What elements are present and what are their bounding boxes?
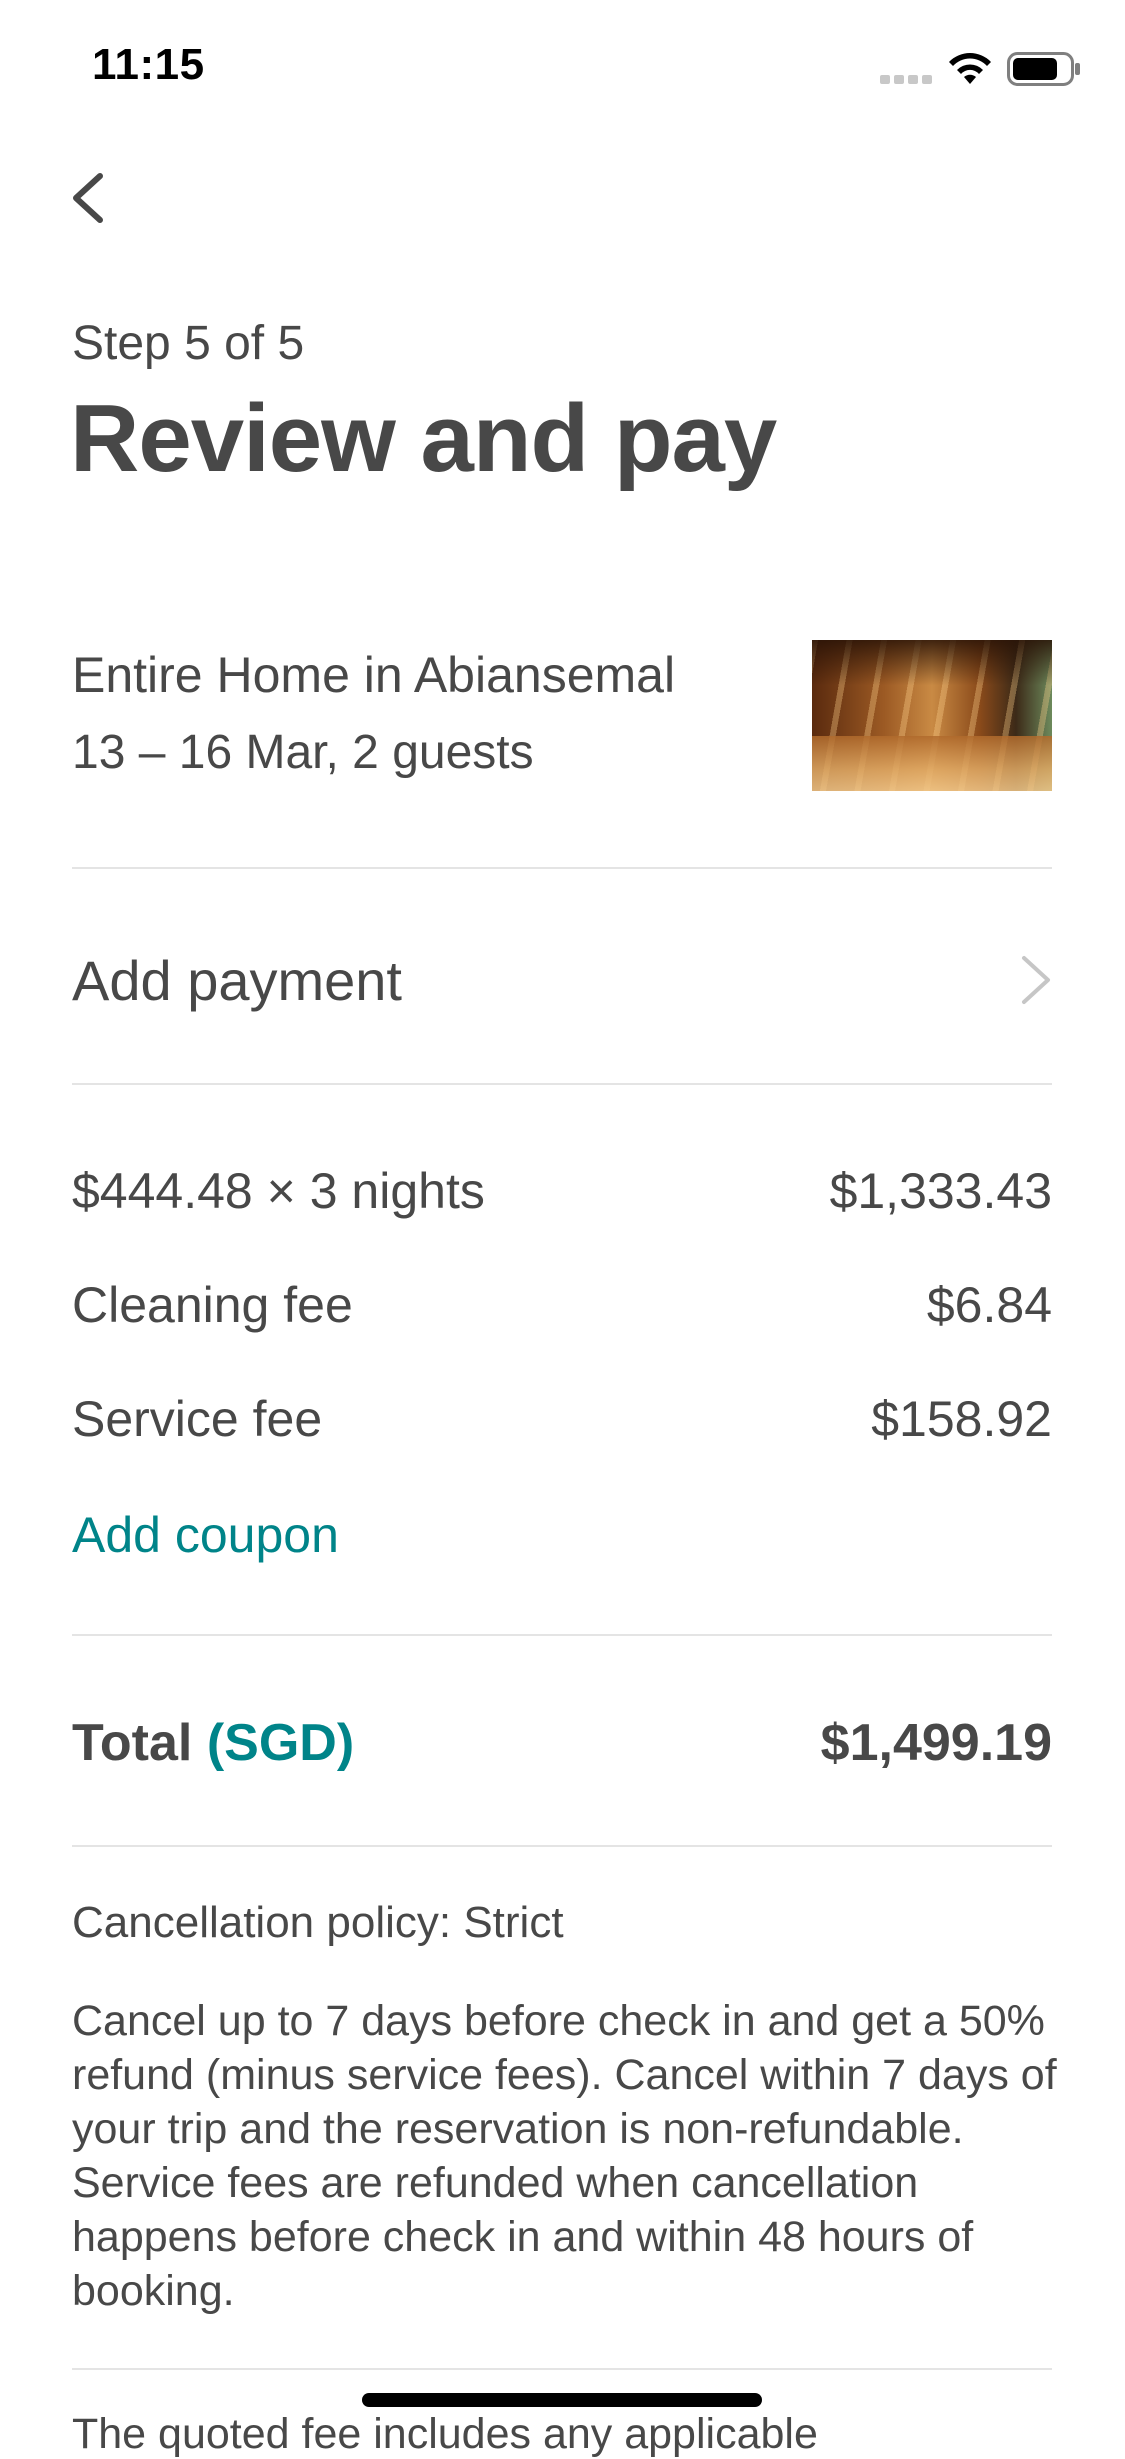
status-time: 11:15	[92, 40, 205, 89]
nightly-rate-label: $444.48 × 3 nights	[72, 1163, 485, 1219]
cleaning-fee-value: $6.84	[926, 1277, 1052, 1333]
cancellation-policy-title: Cancellation policy: Strict	[72, 1898, 564, 1947]
listing-photo	[812, 640, 1052, 791]
step-indicator: Step 5 of 5	[72, 317, 305, 370]
fee-disclaimer: The quoted fee includes any applicable	[72, 2410, 818, 2458]
signal-icon	[880, 72, 932, 84]
wifi-icon	[949, 53, 991, 84]
cleaning-fee-label: Cleaning fee	[72, 1277, 353, 1333]
divider	[72, 1845, 1052, 1847]
chevron-right-icon	[1022, 956, 1050, 1004]
total-value: $1,499.19	[820, 1714, 1052, 1772]
add-payment-label: Add payment	[72, 949, 402, 1012]
divider	[72, 867, 1052, 869]
nightly-rate-value: $1,333.43	[829, 1163, 1052, 1219]
divider	[72, 2368, 1052, 2370]
divider	[72, 1634, 1052, 1636]
listing-details: 13 – 16 Mar, 2 guests	[72, 726, 534, 779]
cancellation-policy-body: Cancel up to 7 days before check in and …	[72, 1997, 1057, 2315]
battery-icon	[1007, 52, 1080, 86]
divider	[72, 1083, 1052, 1085]
total-label: Total (SGD)	[72, 1713, 354, 1773]
service-fee-label: Service fee	[72, 1391, 323, 1447]
listing-title: Entire Home in Abiansemal	[72, 647, 676, 703]
total-text: Total	[72, 1714, 193, 1772]
home-indicator[interactable]	[362, 2393, 762, 2407]
currency-link[interactable]: (SGD)	[207, 1714, 354, 1772]
add-coupon-link[interactable]: Add coupon	[72, 1506, 339, 1564]
page-title: Review and pay	[70, 385, 777, 492]
service-fee-value: $158.92	[871, 1391, 1052, 1447]
back-chevron-icon[interactable]	[66, 168, 116, 228]
